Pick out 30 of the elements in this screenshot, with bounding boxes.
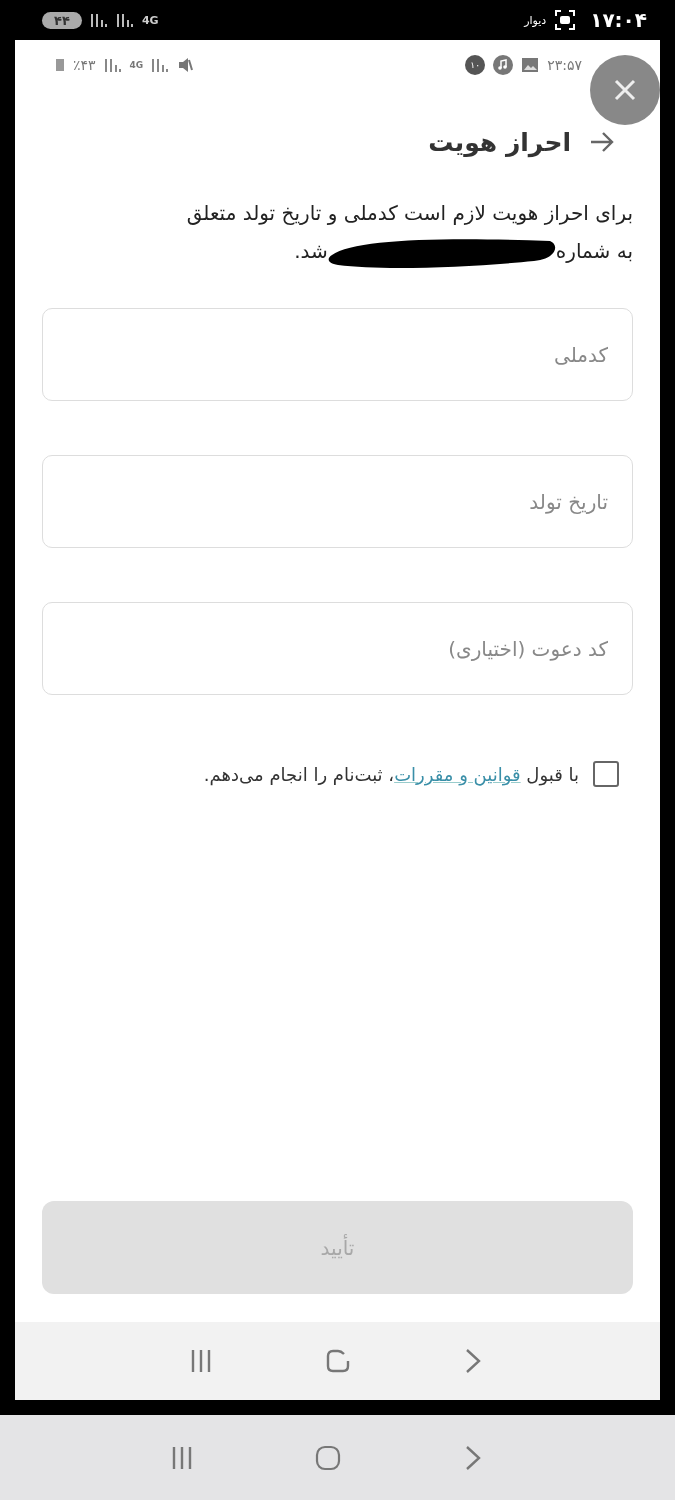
network-label: 4G	[129, 60, 144, 70]
signal-icon	[89, 12, 108, 28]
battery-percent: ٪۴۳	[73, 57, 96, 73]
network-label: 4G	[141, 13, 159, 27]
page-title: احراز هویت	[428, 127, 571, 157]
input-field[interactable]: کد دعوت (اختیاری)	[42, 602, 633, 695]
image-icon	[521, 57, 540, 73]
terms-link[interactable]: قوانین و مقررات	[394, 763, 521, 785]
input-field[interactable]: تاریخ تولد	[42, 455, 633, 548]
music-icon	[493, 55, 514, 75]
description-text: برای احراز هویت لازم است کدملی و تاریخ تولد متعلق	[185, 200, 633, 227]
mute-icon	[177, 57, 194, 73]
description-text: شد.	[294, 238, 328, 265]
battery-icon	[55, 58, 65, 72]
signal-icon	[115, 12, 134, 28]
description-text: به شماره	[555, 238, 633, 265]
signal-icon	[103, 57, 122, 73]
terms-text: با قبول قوانین و مقررات، ثبت‌نام را انجام می‌دهم.	[203, 763, 579, 785]
status-time: ۲۳:۵۷	[547, 57, 582, 73]
battery-pill: ۴۴	[42, 11, 82, 29]
input-field[interactable]: کدملی	[42, 308, 633, 401]
back-arrow-icon	[589, 131, 615, 153]
app-label: دیوار	[524, 13, 547, 27]
back-button[interactable]	[589, 131, 615, 153]
screenshot-icon	[554, 9, 577, 31]
close-icon	[614, 79, 636, 101]
checkbox[interactable]	[593, 761, 619, 787]
status-time: ۱۷:۰۴	[590, 8, 647, 32]
signal-icon	[151, 57, 170, 73]
notification-badge: ۱۰	[465, 55, 486, 75]
